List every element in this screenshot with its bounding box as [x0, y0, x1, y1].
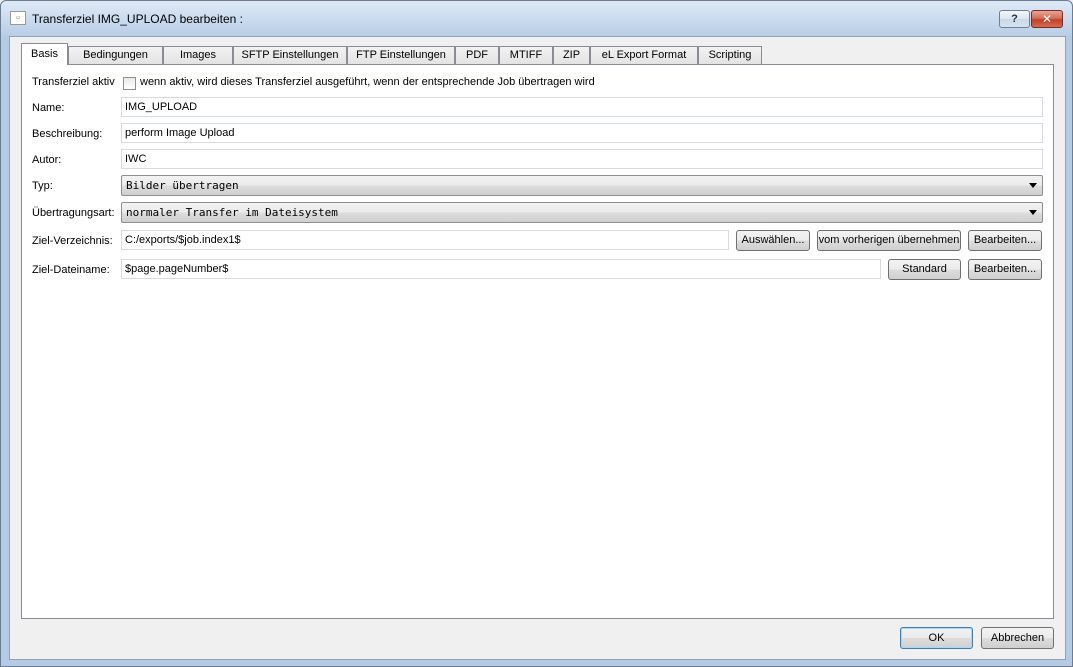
tab-sftp-einstellungen[interactable]: SFTP Einstellungen — [233, 46, 347, 65]
transfer-mode-select[interactable]: normaler Transfer im Dateisystem — [121, 202, 1043, 223]
description-label: Beschreibung: — [32, 128, 103, 140]
window-title: Transferziel IMG_UPLOAD bearbeiten : — [32, 12, 243, 26]
active-checkbox[interactable] — [123, 77, 136, 90]
app-icon: ▭ — [10, 11, 26, 25]
active-description: wenn aktiv, wird dieses Transferziel aus… — [140, 76, 595, 88]
tab-images[interactable]: Images — [163, 46, 233, 65]
target-file-label: Ziel-Dateiname: — [32, 264, 110, 276]
basis-panel: Transferziel aktiv wenn aktiv, wird dies… — [21, 64, 1054, 619]
tab-bedingungen[interactable]: Bedingungen — [68, 46, 163, 65]
edit-filename-button[interactable]: Bearbeiten... — [968, 259, 1042, 280]
name-label: Name: — [32, 102, 65, 114]
chevron-down-icon — [1029, 210, 1037, 215]
target-dir-field[interactable]: C:/exports/$job.index1$ — [121, 230, 729, 250]
tab-zip[interactable]: ZIP — [553, 46, 590, 65]
tab-pdf[interactable]: PDF — [455, 46, 499, 65]
tab-mtiff[interactable]: MTIFF — [499, 46, 553, 65]
type-select-value: Bilder übertragen — [126, 179, 239, 192]
chevron-down-icon — [1029, 183, 1037, 188]
help-button[interactable]: ? — [999, 10, 1030, 28]
title-bar[interactable]: ▭ Transferziel IMG_UPLOAD bearbeiten : ?… — [1, 1, 1072, 36]
transfer-mode-select-value: normaler Transfer im Dateisystem — [126, 206, 338, 219]
choose-dir-button[interactable]: Auswählen... — [736, 230, 810, 251]
tab-el-export-format[interactable]: eL Export Format — [590, 46, 698, 65]
default-filename-button[interactable]: Standard — [888, 259, 961, 280]
description-field[interactable]: perform Image Upload — [121, 123, 1043, 143]
inherit-previous-button[interactable]: vom vorherigen übernehmen — [817, 230, 961, 251]
target-file-field[interactable]: $page.pageNumber$ — [121, 259, 881, 279]
active-label: Transferziel aktiv — [32, 76, 115, 88]
tab-basis[interactable]: Basis — [21, 43, 68, 65]
type-label: Typ: — [32, 180, 53, 192]
cancel-button[interactable]: Abbrechen — [981, 627, 1054, 649]
edit-dir-button[interactable]: Bearbeiten... — [968, 230, 1042, 251]
tab-scripting[interactable]: Scripting — [698, 46, 762, 65]
author-label: Autor: — [32, 154, 62, 166]
close-button[interactable]: ✕ — [1031, 10, 1063, 28]
tab-ftp-einstellungen[interactable]: FTP Einstellungen — [347, 46, 455, 65]
ok-button[interactable]: OK — [900, 627, 973, 649]
target-dir-label: Ziel-Verzeichnis: — [32, 235, 113, 247]
type-select[interactable]: Bilder übertragen — [121, 175, 1043, 196]
transfer-mode-label: Übertragungsart: — [32, 207, 115, 219]
name-field[interactable]: IMG_UPLOAD — [121, 97, 1043, 117]
author-field[interactable]: IWC — [121, 149, 1043, 169]
dialog-window: ▭ Transferziel IMG_UPLOAD bearbeiten : ?… — [0, 0, 1073, 667]
dialog-client-area: Basis Bedingungen Images SFTP Einstellun… — [9, 36, 1066, 660]
